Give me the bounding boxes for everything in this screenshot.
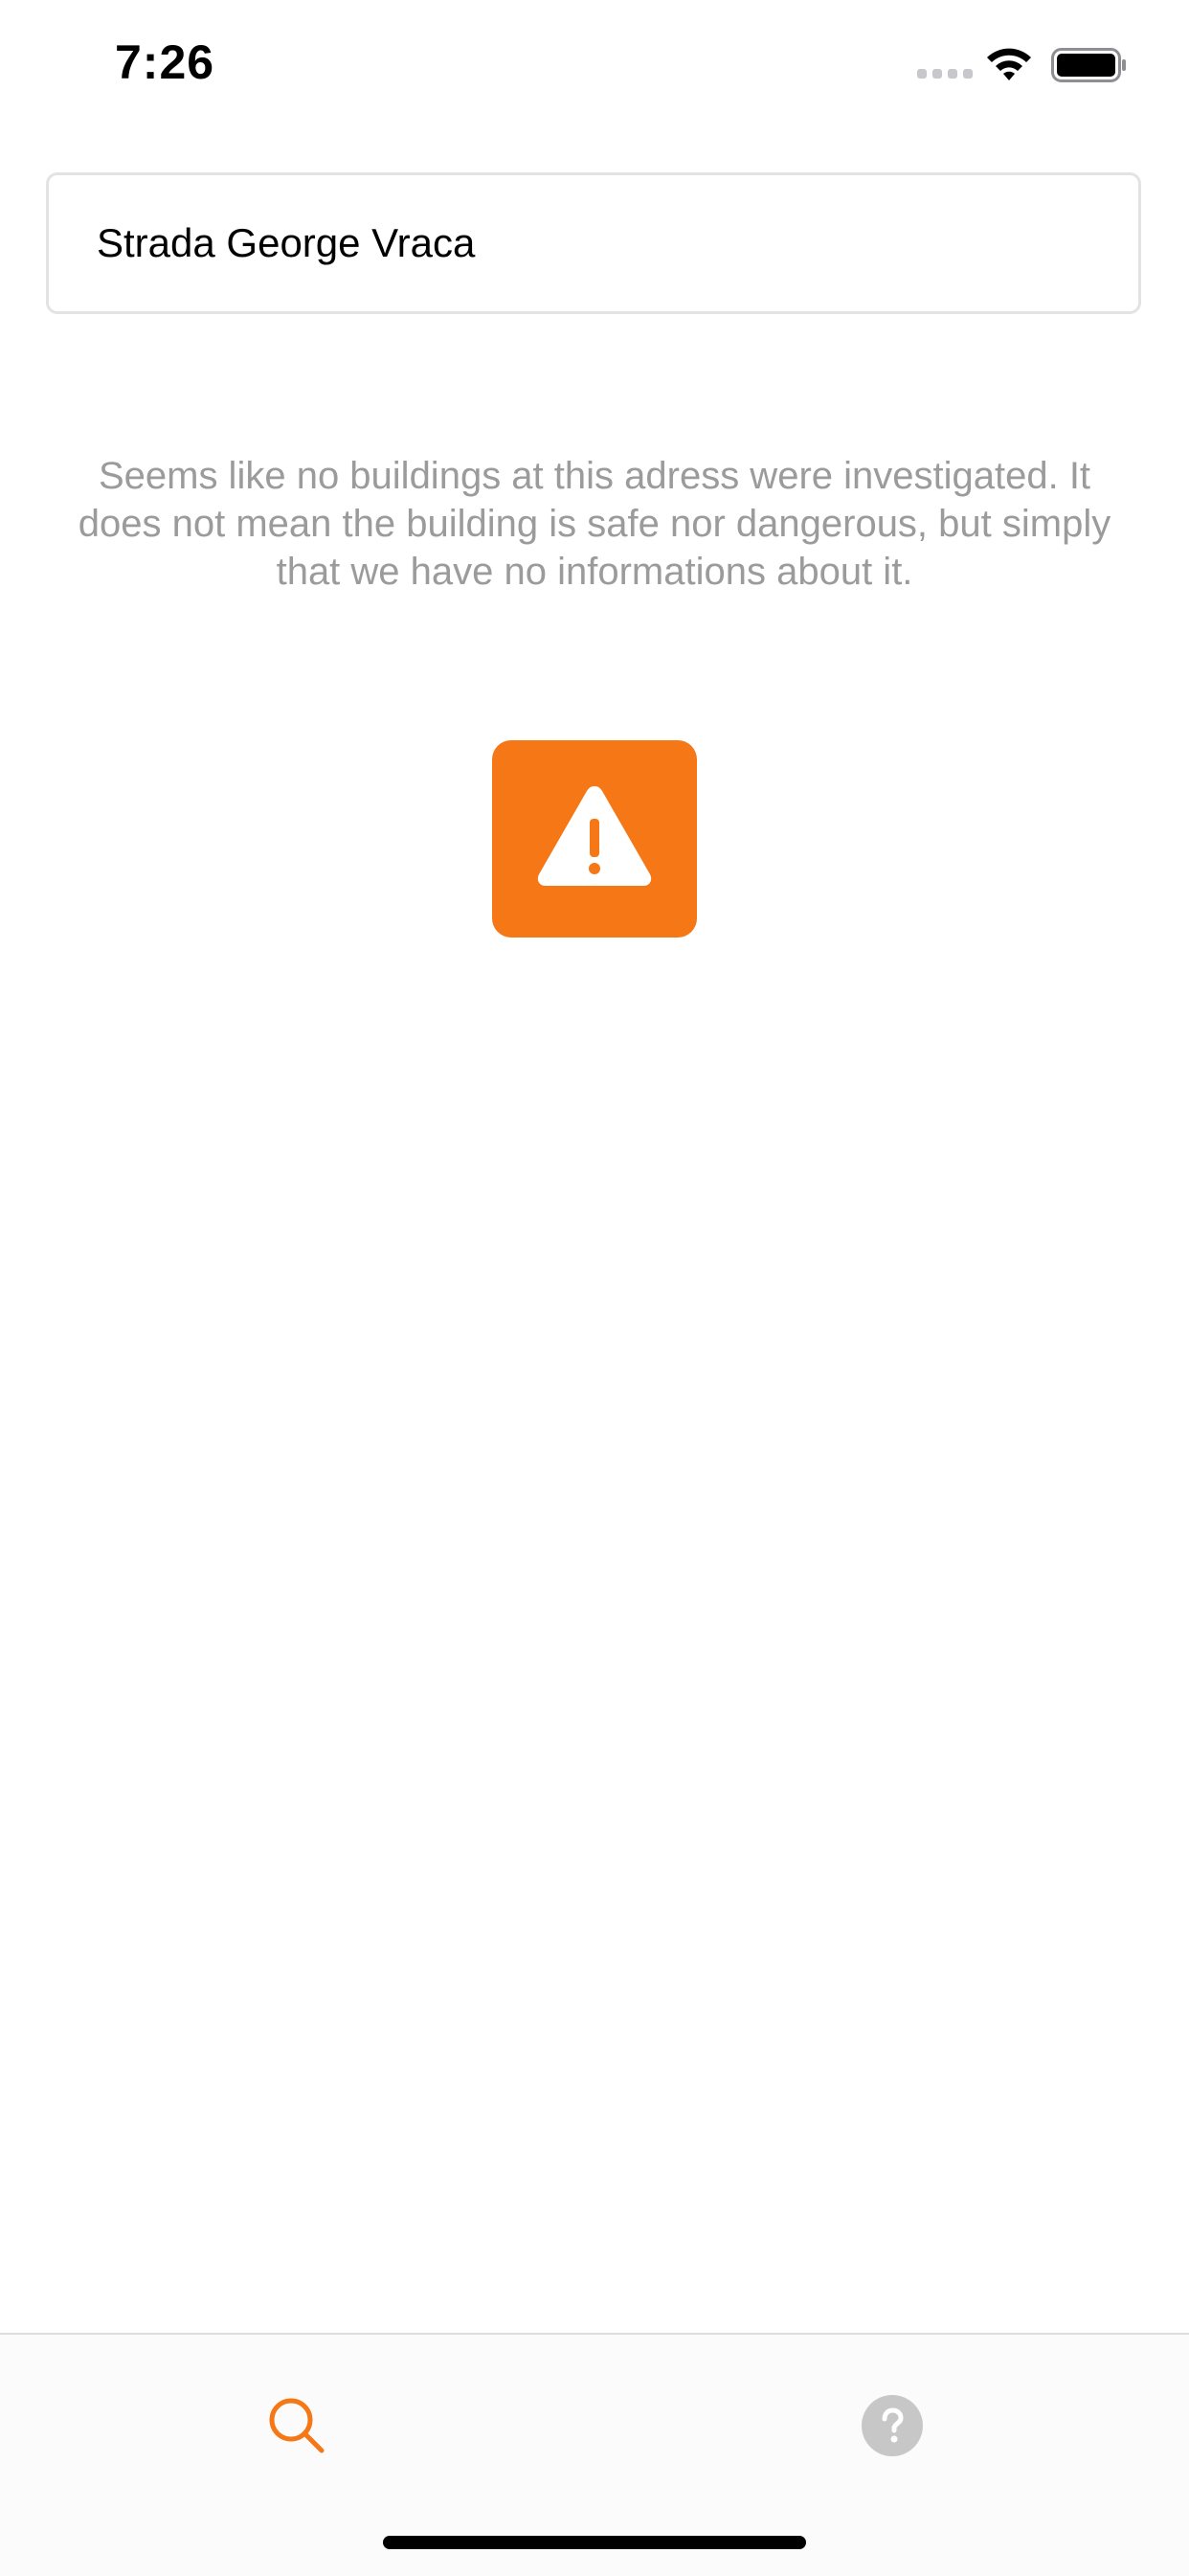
tab-help[interactable]	[825, 2373, 959, 2478]
no-results-message: Seems like no buildings at this adress w…	[78, 455, 1111, 593]
signal-dots-icon	[917, 69, 973, 79]
help-icon	[862, 2395, 923, 2456]
battery-icon	[1051, 48, 1126, 82]
warning-badge	[492, 740, 697, 938]
wifi-icon	[987, 48, 1031, 80]
search-input[interactable]	[97, 220, 1073, 266]
home-indicator[interactable]	[383, 2536, 806, 2549]
status-bar: 7:26	[0, 0, 1189, 126]
warning-triangle-icon	[537, 786, 652, 886]
search-field[interactable]	[46, 172, 1141, 314]
status-time: 7:26	[115, 35, 215, 89]
tab-search[interactable]	[230, 2373, 364, 2478]
search-icon	[269, 2398, 325, 2453]
